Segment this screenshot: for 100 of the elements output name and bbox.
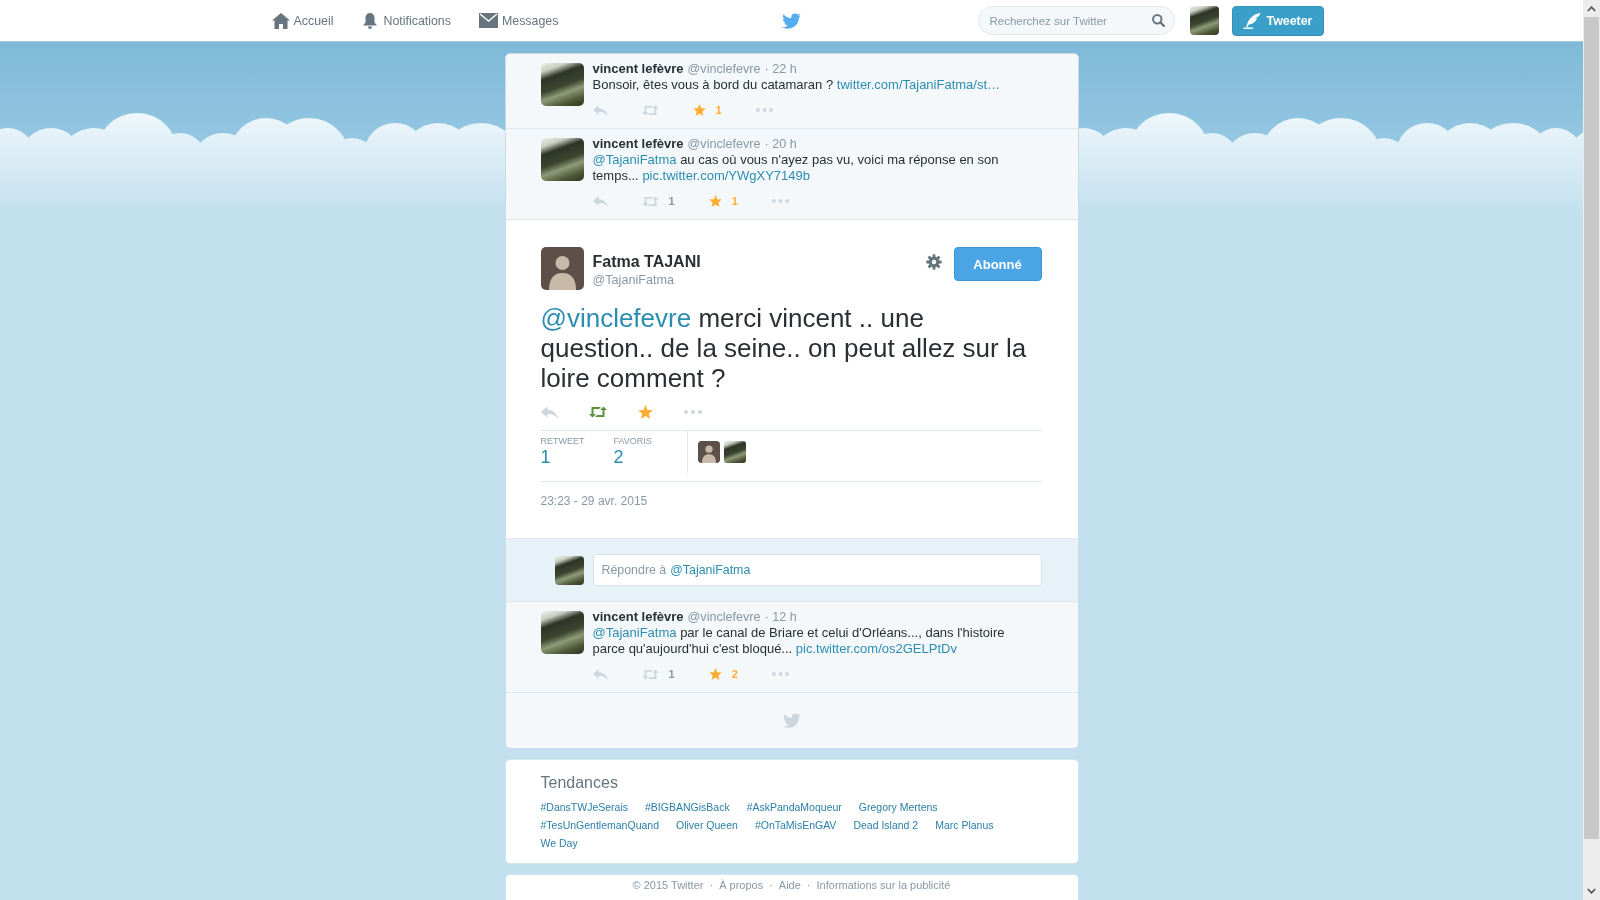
- trend-link[interactable]: We Day: [540, 834, 578, 853]
- reply-button[interactable]: [592, 668, 608, 680]
- tweet-link[interactable]: pic.twitter.com/os2GELPtDv: [795, 641, 957, 656]
- scrollbar[interactable]: [1583, 0, 1600, 900]
- author-name[interactable]: vincent lefèvre: [592, 60, 684, 77]
- reply-button[interactable]: [592, 195, 608, 207]
- author-name[interactable]: vincent lefèvre: [592, 608, 684, 625]
- nav-link[interactable]: Notifications: [361, 0, 451, 41]
- stat-label: RETWEET: [540, 436, 585, 447]
- placeholder-mention: @TajaniFatma: [670, 563, 751, 577]
- author-handle: @vinclefevre: [687, 609, 761, 626]
- star-icon: [708, 668, 722, 680]
- nav-link[interactable]: Accueil: [271, 0, 334, 41]
- tweet-timestamp[interactable]: · 12 h: [764, 609, 797, 626]
- bird-icon: [782, 713, 801, 728]
- reply-arrow-icon: [592, 104, 608, 116]
- tweet-link[interactable]: twitter.com/TajaniFatma/st…: [836, 77, 1001, 92]
- reply-field[interactable]: Répondre à @TajaniFatma: [592, 554, 1042, 586]
- reply-arrow-icon: [592, 668, 608, 680]
- trend-link[interactable]: #BIGBANGisBack: [645, 799, 730, 817]
- avatar-photo-placeholder[interactable]: [540, 63, 584, 106]
- more-button[interactable]: [755, 108, 773, 112]
- retweet-button[interactable]: [588, 406, 607, 418]
- star-icon: [637, 405, 653, 419]
- mention-link[interactable]: @vinclefevre: [540, 303, 692, 333]
- footer-separator: ·: [769, 879, 773, 893]
- account-avatar-photo-placeholder[interactable]: [1189, 6, 1219, 35]
- footer-separator: ·: [709, 879, 714, 893]
- main-tweet-text: @vinclefevre merci vincent .. une question.. de la seine.. on peut allez sur la loire comment ?: [540, 303, 1028, 393]
- retweet-icon: [641, 195, 659, 207]
- trend-link[interactable]: #TesUnGentlemanQuand: [540, 816, 659, 835]
- chevron-down-icon[interactable]: [1587, 888, 1596, 894]
- follow-button[interactable]: Abonné: [953, 247, 1042, 281]
- quill-icon: [1242, 12, 1261, 29]
- trend-link[interactable]: Marc Planus: [935, 816, 994, 835]
- reply-arrow-icon: [540, 405, 558, 419]
- trend-link[interactable]: Gregory Mertens: [858, 799, 938, 817]
- house-icon: [271, 12, 290, 29]
- retweet-icon: [641, 104, 659, 116]
- tweet-text: @TajaniFatma par le canal de Briare et celui d'Orléans..., dans l'histoire parce qu'aujourd'hui c'est bloqué... pic.twitter.com/os2GELPtDv: [592, 625, 1006, 657]
- nav-link[interactable]: Messages: [478, 0, 559, 41]
- avatar-photo-placeholder: [554, 555, 584, 585]
- reply-button[interactable]: [540, 405, 558, 419]
- stat-count[interactable]: 2: [613, 447, 624, 467]
- trend-link[interactable]: #AskPandaMoqueur: [746, 799, 842, 817]
- author-handle: @vinclefevre: [687, 61, 761, 78]
- reply-button[interactable]: [592, 104, 608, 116]
- more-button[interactable]: [683, 410, 702, 414]
- author-name[interactable]: vincent lefèvre: [592, 135, 684, 152]
- author-handle: @vinclefevre: [687, 136, 761, 153]
- stat-count[interactable]: 1: [540, 447, 551, 467]
- favorite-button[interactable]: [637, 405, 653, 419]
- more-dots-icon: [771, 199, 789, 203]
- trend-link[interactable]: Oliver Queen: [676, 816, 738, 835]
- retweet-button[interactable]: 1: [641, 194, 675, 208]
- tweet-timestamp[interactable]: · 20 h: [764, 136, 797, 153]
- more-button[interactable]: [771, 199, 789, 203]
- tweet-text: @TajaniFatma au cas où vous n'ayez pas vu, voici ma réponse en son temps... pic.twitter.com/YWgXY7149b: [592, 152, 1000, 184]
- tweet-link[interactable]: pic.twitter.com/YWgXY7149b: [642, 168, 810, 183]
- footer-link[interactable]: À propos: [719, 879, 764, 893]
- avatar-photo-placeholder[interactable]: [540, 138, 584, 181]
- star-icon: [692, 104, 706, 116]
- tweet-timestamp[interactable]: · 22 h: [764, 61, 797, 78]
- reply-arrow-icon: [592, 195, 608, 207]
- trends-title: Tendances: [540, 773, 619, 793]
- settings-icon[interactable]: [925, 254, 942, 270]
- footer-link[interactable]: Informations sur la publicité: [816, 879, 951, 893]
- copyright-text: © 2015 Twitter: [632, 879, 704, 893]
- mention-link[interactable]: @TajaniFatma: [592, 625, 677, 640]
- retweet-icon: [588, 406, 607, 418]
- stat-label: FAVORIS: [613, 436, 652, 447]
- chevron-up-icon[interactable]: [1587, 6, 1596, 12]
- star-icon: [708, 195, 722, 207]
- tweet-date: 23:23 - 29 avr. 2015: [540, 494, 649, 508]
- author-name[interactable]: Fatma TAJANI: [592, 252, 701, 272]
- more-dots-icon: [683, 410, 702, 414]
- avatar-photo-placeholder[interactable]: [540, 611, 584, 654]
- search-icon[interactable]: [1151, 14, 1165, 27]
- bell-icon: [363, 12, 378, 29]
- mention-link[interactable]: @TajaniFatma: [592, 152, 677, 167]
- scrollbar-thumb[interactable]: [1584, 17, 1599, 839]
- trend-link[interactable]: Dead Island 2: [853, 816, 919, 835]
- tweet-text: Bonsoir, êtes vous à bord du catamaran ? twitter.com/TajaniFatma/st…: [592, 77, 1002, 93]
- trend-link[interactable]: #DansTWJeSerais: [540, 799, 629, 817]
- reply-placeholder: Répondre à: [601, 563, 667, 577]
- footer-separator: ·: [806, 879, 811, 893]
- envelope-icon: [478, 13, 498, 28]
- author-handle: @TajaniFatma: [592, 272, 674, 288]
- bird-icon[interactable]: [782, 12, 801, 29]
- avatar-silhouette-icon[interactable]: [540, 247, 584, 290]
- retweet-icon: [641, 668, 659, 680]
- more-dots-icon: [771, 672, 789, 676]
- favoriter-avatar-silhouette-icon[interactable]: [697, 441, 720, 463]
- footer-link[interactable]: Aide: [778, 879, 801, 893]
- more-button[interactable]: [771, 672, 789, 676]
- retweet-button[interactable]: 1: [641, 667, 675, 681]
- trend-link[interactable]: #OnTaMisEnGAV: [754, 816, 837, 835]
- favoriter-avatar-photo-placeholder[interactable]: [723, 441, 746, 463]
- tweet-button[interactable]: Tweeter: [1231, 5, 1324, 36]
- search-field[interactable]: Recherchez sur Twitter: [977, 6, 1175, 35]
